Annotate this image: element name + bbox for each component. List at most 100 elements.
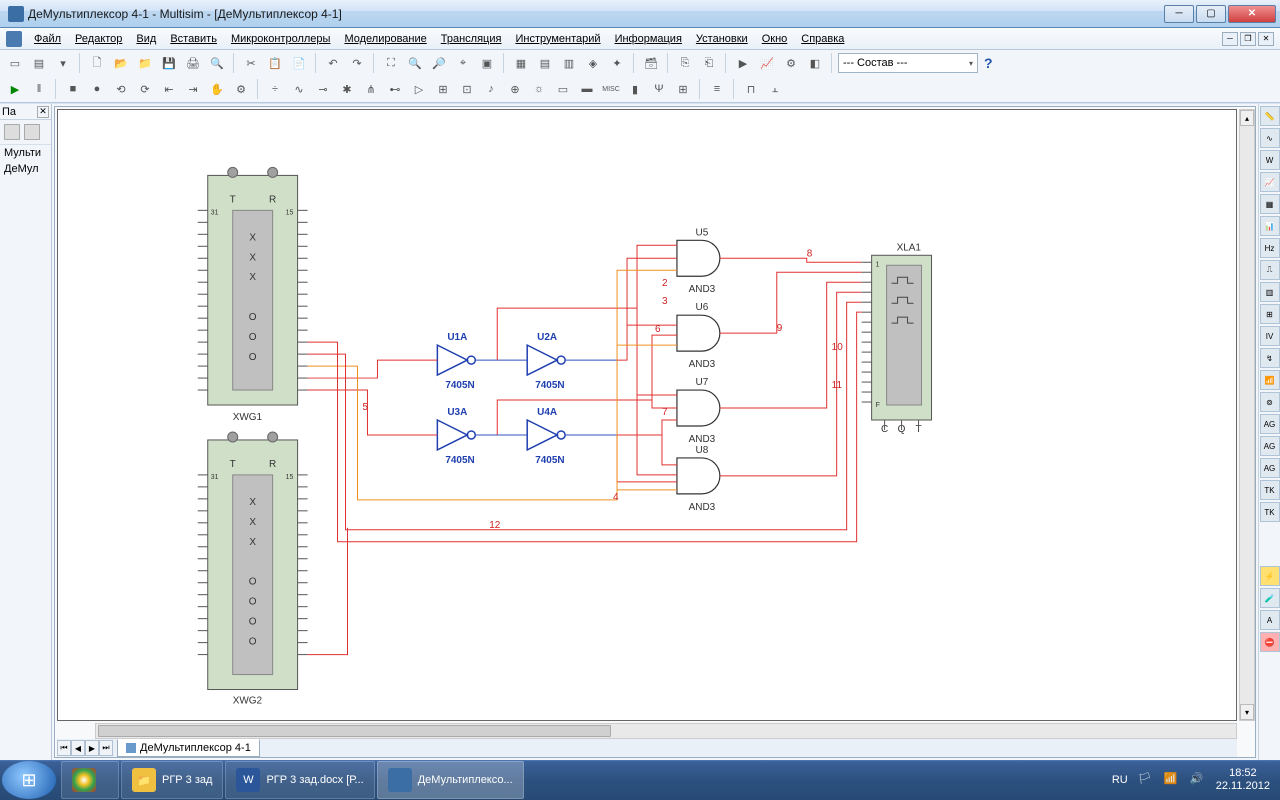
tb-redo-icon[interactable]: ↷	[346, 52, 368, 74]
tb-c8-icon[interactable]: ⊞	[432, 78, 454, 100]
component-u6[interactable]: U6 AND3	[677, 302, 720, 370]
clock[interactable]: 18:52 22.11.2012	[1216, 767, 1270, 793]
tab-nav-first[interactable]: ⏮	[57, 740, 71, 756]
tb-s6-icon[interactable]: ⚙	[230, 78, 252, 100]
tray-volume-icon[interactable]: 🔊	[1190, 772, 1206, 788]
tb-copy-icon[interactable]: 📋	[264, 52, 286, 74]
tb-c13-icon[interactable]: ▭	[552, 78, 574, 100]
inst-sa-icon[interactable]: 📶	[1260, 370, 1280, 390]
panel-item-1[interactable]: Мульти	[0, 145, 51, 161]
tb-c3-icon[interactable]: ⊸	[312, 78, 334, 100]
inst-ag1-icon[interactable]: AG	[1260, 414, 1280, 434]
tb-zoom-in-icon[interactable]: 🔍	[404, 52, 426, 74]
menu-file[interactable]: Файл	[28, 31, 67, 47]
component-u7[interactable]: U7 AND3	[677, 377, 720, 445]
tb-s5-icon[interactable]: ✋	[206, 78, 228, 100]
tb-s2-icon[interactable]: ⟳	[134, 78, 156, 100]
tb-zoom-out-icon[interactable]: 🔎	[428, 52, 450, 74]
menu-mcu[interactable]: Микроконтроллеры	[225, 31, 337, 47]
tab-nav-last[interactable]: ⏭	[99, 740, 113, 756]
inst-fg-icon[interactable]: ∿	[1260, 128, 1280, 148]
tb-comp3-icon[interactable]: ▥	[558, 52, 580, 74]
pause-button[interactable]: ‖	[28, 78, 50, 100]
run-button[interactable]: ▶	[4, 78, 26, 100]
panel-item-2[interactable]: ДеМул	[0, 161, 51, 177]
inst-cur-icon[interactable]: A	[1260, 610, 1280, 630]
tb-sim-icon[interactable]: ▶	[732, 52, 754, 74]
tb-open2-icon[interactable]: 📁	[134, 52, 156, 74]
tb-d1-icon[interactable]: ⊓	[740, 78, 762, 100]
inst-lv-icon[interactable]: ⚡	[1260, 566, 1280, 586]
tab-nav-next[interactable]: ▶	[85, 740, 99, 756]
tb-c6-icon[interactable]: ⊷	[384, 78, 406, 100]
tb-c2-icon[interactable]: ∿	[288, 78, 310, 100]
help-icon[interactable]: ?	[980, 55, 997, 71]
tb-list-icon[interactable]: ▤	[28, 52, 50, 74]
component-u2a[interactable]: U2A 7405N	[527, 332, 565, 391]
component-u5[interactable]: U5 AND3	[677, 227, 720, 295]
component-u4a[interactable]: U4A 7405N	[527, 407, 565, 466]
component-u3a[interactable]: U3A 7405N	[437, 407, 475, 466]
tb-open-icon[interactable]: 📂	[110, 52, 132, 74]
tb-chevron-down-icon[interactable]: ▾	[52, 52, 74, 74]
inst-ag2-icon[interactable]: AG	[1260, 436, 1280, 456]
vertical-scrollbar[interactable]	[1239, 109, 1255, 721]
tb-new-icon[interactable]: 🗋	[86, 52, 108, 74]
tb-graph-icon[interactable]: 📈	[756, 52, 778, 74]
tb-zoom-sheet-icon[interactable]: ▣	[476, 52, 498, 74]
inst-tk1-icon[interactable]: TK	[1260, 480, 1280, 500]
tb-c17-icon[interactable]: Ψ	[648, 78, 670, 100]
task-explorer[interactable]: 📁РГР 3 зад	[121, 761, 223, 799]
component-u8[interactable]: U8 AND3	[677, 445, 720, 513]
component-xla1[interactable]: XLA1 1 F C Q T	[872, 242, 932, 435]
tb-comp5-icon[interactable]: ✦	[606, 52, 628, 74]
tb-c18-icon[interactable]: ⊞	[672, 78, 694, 100]
tb-save-icon[interactable]: 💾	[158, 52, 180, 74]
inst-la-icon[interactable]: ▥	[1260, 282, 1280, 302]
inst-sc-icon[interactable]: 📈	[1260, 172, 1280, 192]
tb-c16-icon[interactable]: ▮	[624, 78, 646, 100]
tb-c1-icon[interactable]: ÷	[264, 78, 286, 100]
tb-hier2-icon[interactable]: ⎗	[698, 52, 720, 74]
panel-mode2-icon[interactable]	[24, 124, 40, 140]
inst-4c-icon[interactable]: ▦	[1260, 194, 1280, 214]
menu-edit[interactable]: Редактор	[69, 31, 128, 47]
inst-stop-icon[interactable]: ⛔	[1260, 632, 1280, 652]
tb-comp2-icon[interactable]: ▤	[534, 52, 556, 74]
close-button[interactable]: ✕	[1228, 5, 1276, 23]
minimize-button[interactable]: ─	[1164, 5, 1194, 23]
task-word[interactable]: WРГР 3 зад.docx [Р...	[225, 761, 374, 799]
tb-undo-icon[interactable]: ↶	[322, 52, 344, 74]
sheet-tab[interactable]: ДеМультиплексор 4-1	[117, 739, 260, 757]
tb-cut-icon[interactable]: ✂	[240, 52, 262, 74]
menu-window[interactable]: Окно	[756, 31, 794, 47]
inst-ag3-icon[interactable]: AG	[1260, 458, 1280, 478]
component-u1a[interactable]: U1A 7405N	[437, 332, 475, 391]
horizontal-scrollbar[interactable]	[95, 723, 1237, 739]
tb-paste-icon[interactable]: 📄	[288, 52, 310, 74]
tb-c4-icon[interactable]: ✱	[336, 78, 358, 100]
inst-lc-icon[interactable]: ⊞	[1260, 304, 1280, 324]
tray-network-icon[interactable]: 📶	[1164, 772, 1180, 788]
tb-design-icon[interactable]: ▭	[4, 52, 26, 74]
menu-help[interactable]: Справка	[795, 31, 850, 47]
tb-c15-icon[interactable]: MISC	[600, 78, 622, 100]
inst-tk2-icon[interactable]: TK	[1260, 502, 1280, 522]
tb-s4-icon[interactable]: ⇥	[182, 78, 204, 100]
lang-indicator[interactable]: RU	[1112, 774, 1128, 786]
tb-s3-icon[interactable]: ⇤	[158, 78, 180, 100]
mdi-minimize[interactable]: ─	[1222, 32, 1238, 46]
menu-simulate[interactable]: Моделирование	[338, 31, 432, 47]
mdi-close[interactable]: ✕	[1258, 32, 1274, 46]
menu-reports[interactable]: Информация	[609, 31, 688, 47]
tb-preview-icon[interactable]: 🔍	[206, 52, 228, 74]
tb-c7-icon[interactable]: ▷	[408, 78, 430, 100]
tb-comp4-icon[interactable]: ◈	[582, 52, 604, 74]
stop-button[interactable]: ■	[62, 78, 84, 100]
tb-hier1-icon[interactable]: ⎘	[674, 52, 696, 74]
inst-mm-icon[interactable]: 📏	[1260, 106, 1280, 126]
schematic-canvas[interactable]: T R 31 15 X X X O O O XWG1	[57, 109, 1237, 721]
inst-pr-icon[interactable]: 🧪	[1260, 588, 1280, 608]
maximize-button[interactable]: ▢	[1196, 5, 1226, 23]
tb-d2-icon[interactable]: ⫠	[764, 78, 786, 100]
